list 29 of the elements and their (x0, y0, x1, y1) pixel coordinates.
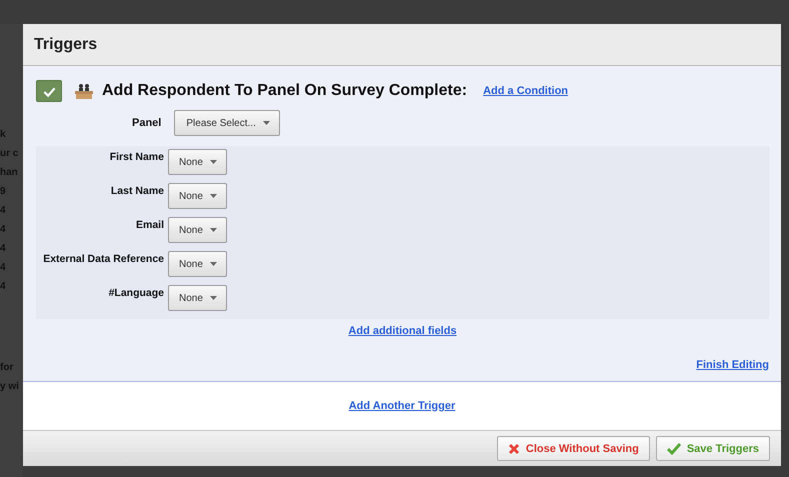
field-label: Email (134, 218, 164, 231)
field-label: Last Name (110, 184, 164, 197)
trigger-title: Add Respondent To Panel On Survey Complete: (102, 82, 468, 100)
caret-icon (210, 228, 217, 232)
close-icon (508, 442, 520, 454)
caret-icon (210, 160, 217, 164)
field-label: External Data Reference (42, 252, 164, 265)
field-dropdown[interactable]: None (168, 217, 227, 243)
field-dropdown[interactable]: None (168, 251, 227, 277)
add-trigger-link[interactable]: Add Another Trigger (348, 400, 456, 412)
finish-editing-link[interactable]: Finish Editing (696, 359, 769, 371)
field-dropdown[interactable]: None (168, 183, 227, 209)
caret-icon (210, 262, 217, 266)
caret-icon (210, 194, 217, 198)
caret-icon (210, 296, 217, 300)
field-label: #Language (108, 286, 164, 299)
field-label: First Name (108, 150, 164, 163)
field-label: Panel (132, 117, 162, 129)
add-condition-link[interactable]: Add a Condition (483, 85, 568, 97)
field-dropdown[interactable]: None (168, 149, 227, 175)
close-without-saving-button[interactable]: Close Without Saving (496, 436, 650, 461)
panel-dropdown[interactable]: Please Select... (174, 110, 280, 136)
people-at-desk-icon (74, 83, 94, 99)
caret-icon (262, 121, 270, 125)
checkmark-icon (666, 442, 681, 454)
add-fields-link[interactable]: Add additional fields (348, 325, 457, 337)
window-title: Triggers (34, 36, 98, 54)
field-dropdown[interactable]: None (168, 285, 227, 311)
checkbox[interactable] (36, 80, 62, 102)
